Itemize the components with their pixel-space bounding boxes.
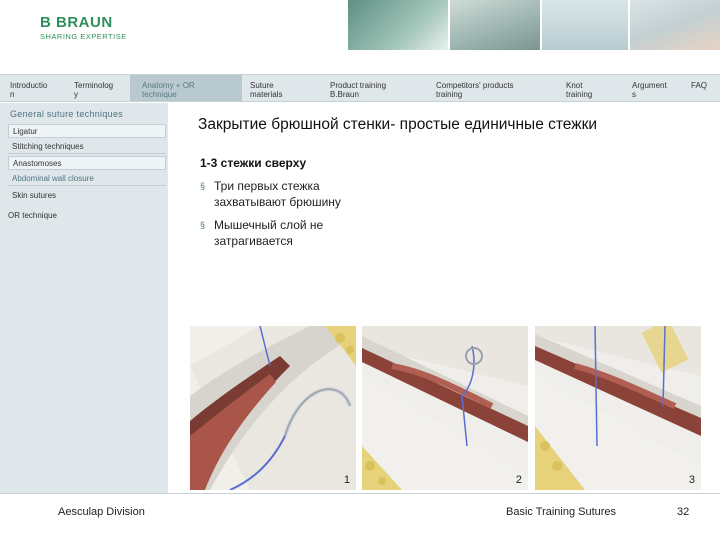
nav-introduction[interactable]: Introductio n (10, 81, 62, 99)
logo-tagline: SHARING EXPERTISE (40, 32, 127, 41)
footer-division: Aesculap Division (58, 506, 145, 518)
sidebar-item-stitching-techniques[interactable]: Stitching techniques (8, 140, 166, 154)
suture-illustration-2: 2 (362, 326, 528, 490)
nav-product-training[interactable]: Product training B.Braun (330, 81, 420, 99)
illustration-number: 2 (515, 474, 522, 486)
sidebar-item-or-technique[interactable]: OR technique (4, 209, 162, 223)
abdominal-wall-graphic (535, 326, 701, 490)
illustration-number: 3 (688, 474, 695, 486)
sidebar-item-skin-sutures[interactable]: Skin sutures (8, 189, 166, 203)
header-photo-strip (348, 0, 720, 50)
sidebar: General suture techniques Ligatur Stitch… (0, 103, 168, 493)
nav-faq[interactable]: FAQ (691, 81, 717, 90)
bullet-item: § Мышечный слой не затрагивается (200, 217, 384, 249)
nav-arguments[interactable]: Argument s (632, 81, 680, 99)
nav-anatomy-or-technique[interactable]: Anatomy + OR technique (130, 75, 242, 101)
sidebar-item-anastomoses[interactable]: Anastomoses (8, 156, 166, 170)
bullet-item: § Три первых стежка захватывают брюшину (200, 178, 384, 210)
suture-illustration-1: 1 (190, 326, 356, 490)
nav-knot-training[interactable]: Knot training (566, 81, 616, 99)
top-navigation: Introductio n Terminolog y Anatomy + OR … (0, 74, 720, 102)
nav-competitors-training[interactable]: Competitors' products training (436, 81, 546, 99)
section-subheading: 1-3 стежки сверху (200, 156, 307, 170)
abdominal-wall-graphic (362, 326, 528, 490)
bullet-marker: § (200, 181, 206, 191)
bullet-text: Три первых стежка захватывают брюшину (214, 179, 341, 209)
bullet-text: Мышечный слой не затрагивается (214, 218, 324, 248)
sidebar-item-ligatur[interactable]: Ligatur (8, 124, 166, 138)
page-number: 32 (677, 506, 690, 518)
sidebar-heading: General suture techniques (10, 109, 124, 119)
illustration-number: 1 (343, 474, 350, 486)
header-photo-hands (348, 0, 450, 50)
suture-illustration-3: 3 (535, 326, 701, 490)
nav-suture-materials[interactable]: Suture materials (250, 81, 310, 99)
footer-divider (0, 493, 720, 494)
header-photo-nurse (630, 0, 720, 50)
page-title: Закрытие брюшной стенки- простые единичн… (198, 116, 598, 133)
abdominal-wall-graphic (190, 326, 356, 490)
sidebar-item-abdominal-wall-closure[interactable]: Abdominal wall closure (8, 172, 166, 186)
brand-logo: B BRAUN SHARING EXPERTISE (40, 14, 127, 41)
logo-wordmark: B BRAUN (40, 14, 113, 31)
footer-course: Basic Training Sutures (506, 506, 617, 518)
header-photo-suture (542, 0, 630, 50)
nav-terminology[interactable]: Terminolog y (74, 81, 126, 99)
header-photo-surgeon (450, 0, 542, 50)
bullet-marker: § (200, 220, 206, 230)
